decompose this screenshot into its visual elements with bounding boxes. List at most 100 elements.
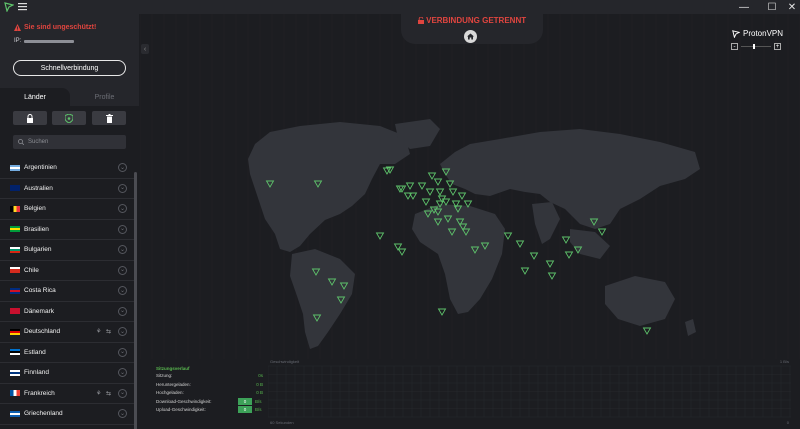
unprotected-warning: Sie sind ungeschützt!: [14, 24, 96, 31]
zoom-out-button[interactable]: -: [731, 43, 738, 50]
tab-profiles[interactable]: Profile: [70, 88, 139, 106]
new-zealand-shape: [685, 319, 696, 336]
zoom-slider[interactable]: [741, 44, 771, 49]
streaming-feature-icon: ⇆: [106, 390, 112, 397]
country-row[interactable]: Argentinien ⌄: [0, 158, 135, 179]
hamburger-menu-icon[interactable]: [18, 2, 27, 11]
server-marker[interactable]: [597, 228, 607, 236]
north-america-shape: [248, 122, 410, 252]
brand-name: ProtonVPN: [743, 29, 784, 38]
country-row[interactable]: Bulgarien ⌄: [0, 240, 135, 261]
server-marker[interactable]: [564, 251, 574, 259]
p2p-feature-icon: ⚘: [96, 390, 102, 397]
expand-country-button[interactable]: ⌄: [118, 224, 127, 234]
maximize-icon: ☐: [767, 1, 777, 13]
country-row[interactable]: Australien ⌄: [0, 179, 135, 199]
south-america-shape: [290, 249, 355, 349]
country-row[interactable]: Brasilien ⌄: [0, 220, 135, 240]
stat-label: Heruntergeladen:: [156, 381, 191, 387]
server-marker[interactable]: [425, 188, 435, 196]
graph-y-max: 1 B/s: [779, 359, 789, 364]
filter-p2p-button[interactable]: [52, 111, 86, 125]
shield-icon: [65, 113, 73, 123]
stat-label: Download-Geschwindigkeit:: [156, 398, 212, 404]
country-list: Argentinien ⌄ Australien ⌄ Belgien ⌄ Brasilien…: [0, 158, 135, 429]
session-title: Sitzungsverlauf: [156, 366, 190, 371]
stat-label: Sitzung:: [156, 373, 173, 378]
close-button[interactable]: ✕: [782, 0, 800, 14]
server-marker[interactable]: [515, 240, 525, 248]
expand-country-button[interactable]: ⌄: [118, 183, 127, 193]
expand-country-button[interactable]: ⌄: [118, 245, 127, 255]
country-name: Bulgarien: [24, 246, 52, 254]
minimize-button[interactable]: —: [734, 0, 754, 14]
country-flag-icon: [10, 164, 20, 171]
server-marker[interactable]: [421, 198, 431, 206]
stat-row-session: Sitzung: 0s: [156, 373, 266, 382]
country-name: Argentinien: [24, 164, 57, 172]
expand-country-button[interactable]: ⌄: [118, 327, 127, 337]
expand-country-button[interactable]: ⌄: [118, 204, 127, 214]
server-marker[interactable]: [433, 178, 443, 186]
server-marker[interactable]: [529, 252, 539, 260]
p2p-feature-icon: ⚘: [96, 329, 102, 336]
server-marker[interactable]: [642, 327, 652, 335]
close-icon: ✕: [787, 1, 797, 13]
stat-label: Upload-Geschwindigkeit:: [156, 407, 206, 413]
stat-row-downloaded: Heruntergeladen: 0 B: [156, 382, 266, 391]
country-flag-icon: [10, 267, 20, 274]
server-marker[interactable]: [457, 192, 467, 200]
country-row[interactable]: Estland ⌄: [0, 343, 135, 363]
country-row[interactable]: Griechenland ⌄: [0, 404, 135, 425]
expand-country-button[interactable]: ⌄: [118, 265, 127, 275]
expand-country-button[interactable]: ⌄: [118, 163, 127, 173]
server-marker[interactable]: [503, 232, 513, 240]
stat-row-upload-speed: Upload-Geschwindigkeit: 0 B/s: [156, 406, 266, 416]
protonvpn-window: — ☐ ✕ Sie sind ungeschützt! IP: Schnellv…: [0, 0, 800, 429]
server-marker[interactable]: [520, 267, 530, 275]
server-marker[interactable]: [382, 167, 392, 175]
search-placeholder: Suchen: [28, 139, 49, 145]
server-marker[interactable]: [448, 188, 458, 196]
country-flag-icon: [10, 205, 20, 212]
server-marker[interactable]: [417, 182, 427, 190]
search-input[interactable]: Suchen: [13, 135, 126, 149]
country-row[interactable]: Deutschland ⚘ ⇆ ⌄: [0, 322, 135, 343]
expand-country-button[interactable]: ⌄: [118, 388, 127, 398]
server-marker[interactable]: [437, 308, 447, 316]
expand-country-button[interactable]: ⌄: [118, 306, 127, 316]
server-marker[interactable]: [427, 172, 437, 180]
home-button[interactable]: [464, 30, 477, 43]
country-row[interactable]: Belgien ⌄: [0, 199, 135, 220]
country-name: Griechenland: [24, 410, 63, 418]
server-marker[interactable]: [397, 248, 407, 256]
country-row[interactable]: Dänemark ⌄: [0, 302, 135, 322]
maximize-button[interactable]: ☐: [762, 0, 782, 14]
stat-unit: B/s: [255, 407, 262, 413]
server-marker[interactable]: [561, 236, 571, 244]
expand-country-button[interactable]: ⌄: [118, 368, 127, 378]
server-marker[interactable]: [405, 182, 415, 190]
stat-value: 0: [238, 406, 252, 414]
tab-countries[interactable]: Länder: [0, 88, 70, 106]
expand-country-button[interactable]: ⌄: [118, 409, 127, 419]
expand-country-button[interactable]: ⌄: [118, 347, 127, 357]
country-name: Brasilien: [24, 225, 49, 233]
country-row[interactable]: Costa Rica ⌄: [0, 281, 135, 302]
list-scrollbar[interactable]: [134, 172, 137, 429]
filter-tor-button[interactable]: [92, 111, 126, 125]
country-row[interactable]: Frankreich ⚘ ⇆ ⌄: [0, 384, 135, 404]
country-flag-icon: [10, 328, 20, 335]
status-text: VERBINDUNG GETRENNT: [426, 16, 527, 25]
quick-connect-button[interactable]: Schnellverbindung: [13, 60, 126, 76]
country-name: Finnland: [24, 369, 49, 377]
zoom-in-button[interactable]: +: [774, 43, 781, 50]
country-row[interactable]: Chile ⌄: [0, 261, 135, 281]
server-marker[interactable]: [547, 272, 557, 280]
server-marker[interactable]: [545, 260, 555, 268]
streaming-feature-icon: ⇆: [106, 329, 112, 336]
zoom-slider-knob[interactable]: [753, 44, 755, 49]
filter-secure-core-button[interactable]: [13, 111, 47, 125]
country-row[interactable]: Finnland ⌄: [0, 363, 135, 384]
expand-country-button[interactable]: ⌄: [118, 286, 127, 296]
